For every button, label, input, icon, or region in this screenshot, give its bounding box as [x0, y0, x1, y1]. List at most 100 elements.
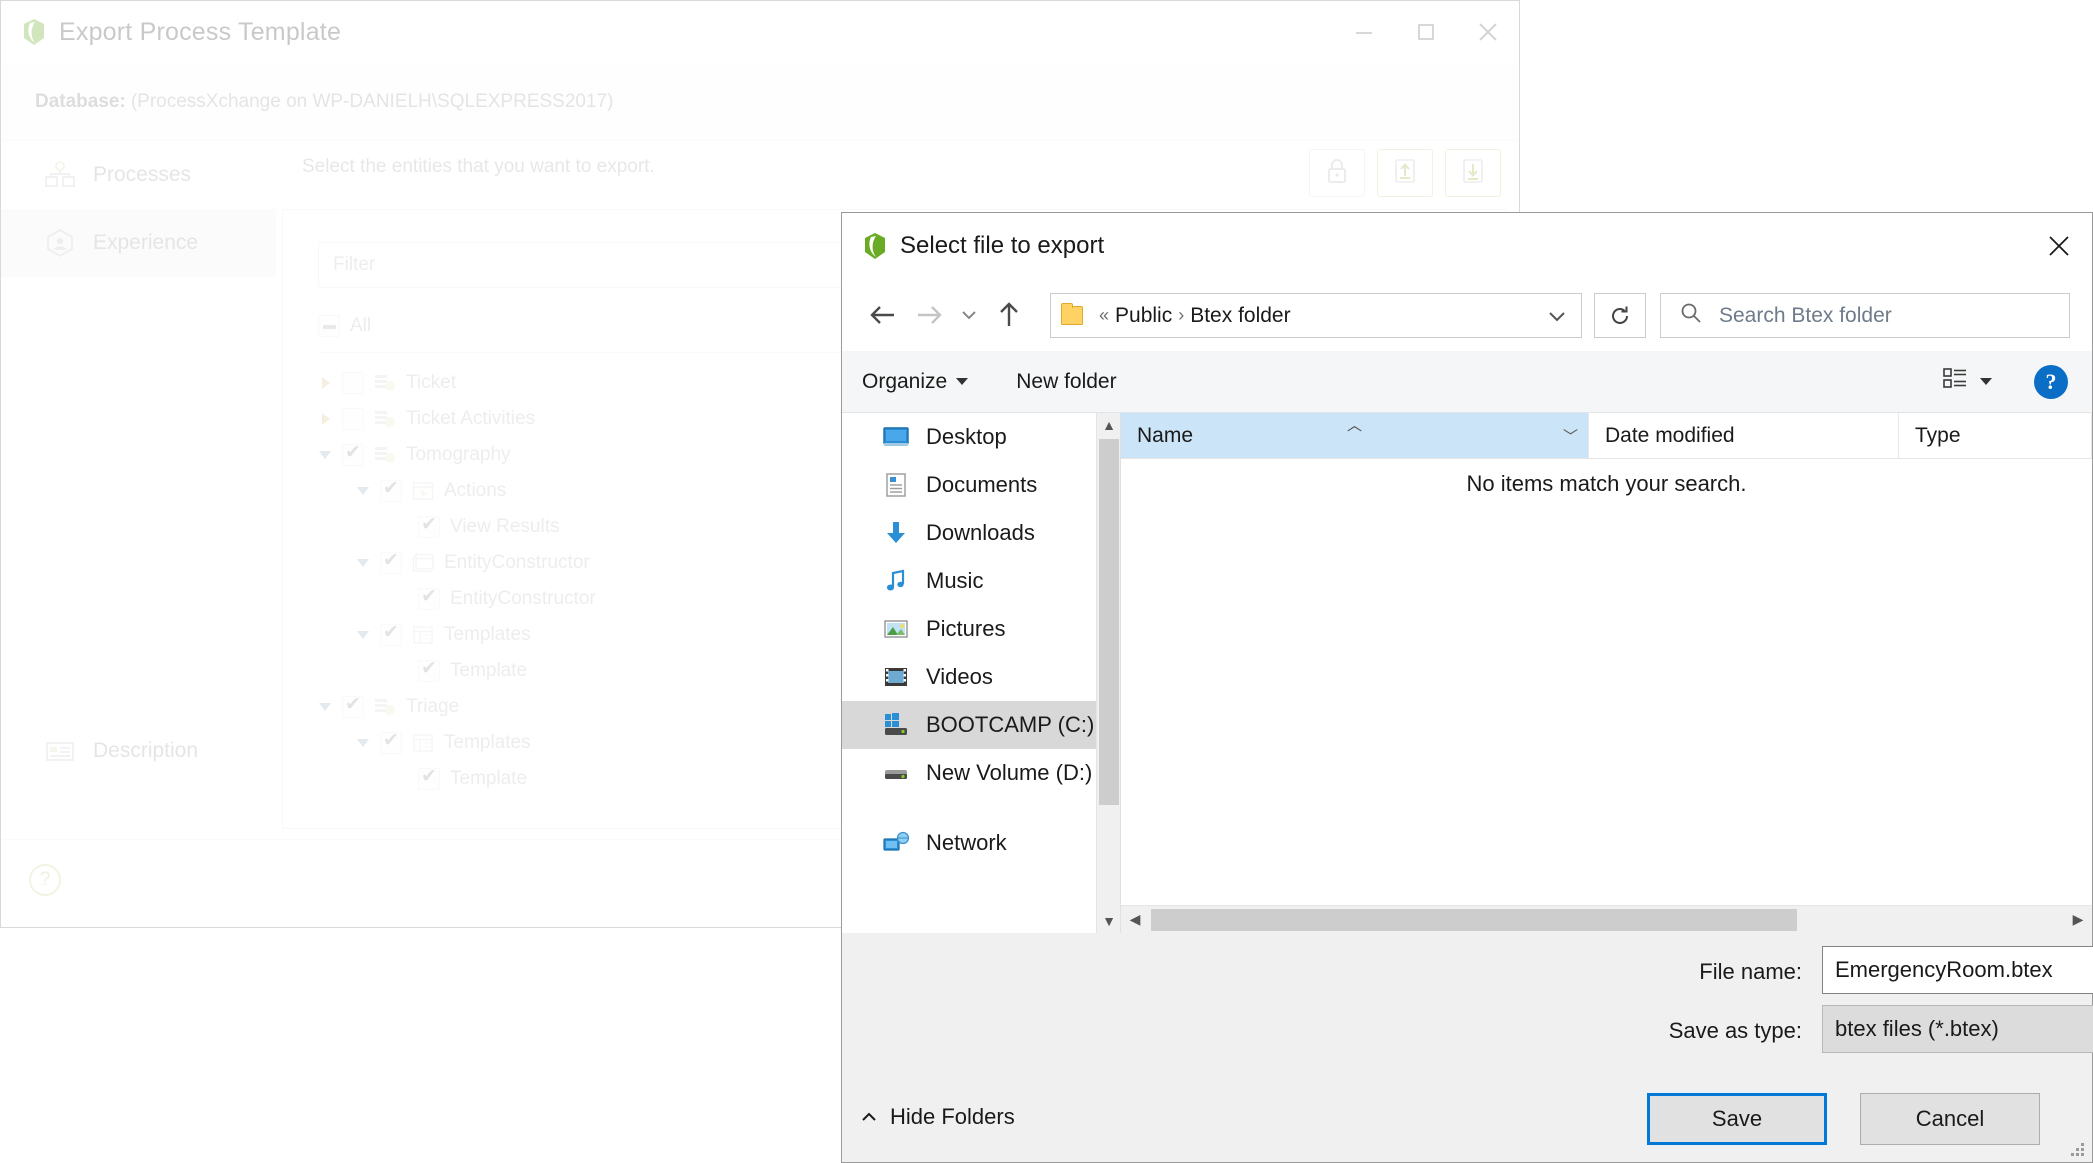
chevron-right-icon[interactable] — [318, 410, 336, 428]
arrow-left-icon[interactable] — [860, 292, 906, 338]
arrow-right-icon — [906, 292, 952, 338]
tree-item-checkbox[interactable] — [380, 621, 402, 646]
chevron-down-icon[interactable]: ▼ — [1097, 909, 1120, 933]
breadcrumb-overflow[interactable]: « — [1099, 305, 1109, 326]
nav-pane-item-new-volume-d[interactable]: New Volume (D:) — [842, 749, 1120, 797]
chevron-down-icon[interactable]: ﹀ — [1563, 425, 1578, 446]
close-icon[interactable] — [2026, 213, 2092, 279]
nav-pane-item-label: Pictures — [926, 616, 1006, 641]
hide-folders-label: Hide Folders — [890, 1104, 1015, 1129]
sidebar-item-processes[interactable]: Processes — [1, 141, 276, 209]
column-header-name[interactable]: ︿ Name ﹀ — [1121, 413, 1589, 458]
spacer-icon — [394, 662, 412, 680]
chevron-down-icon[interactable] — [318, 446, 336, 464]
nav-pane-item-label: New Volume (D:) — [926, 760, 1093, 785]
file-list-horizontal-scrollbar[interactable]: ◀ ▶ — [1121, 905, 2092, 933]
chevron-down-icon[interactable] — [952, 292, 986, 338]
organize-button[interactable]: Organize — [862, 370, 969, 394]
chevron-down-icon[interactable] — [356, 554, 374, 572]
entity-icon — [374, 409, 396, 429]
nav-pane-item-pictures[interactable]: Pictures — [842, 605, 1120, 653]
caret-down-icon — [1980, 378, 1992, 385]
dialog-title: Select file to export — [900, 232, 1105, 259]
tree-item-label: View Results — [450, 516, 560, 537]
nav-pane-item-desktop[interactable]: Desktop — [842, 413, 1120, 461]
tree-item-checkbox[interactable] — [418, 513, 440, 538]
column-label: Type — [1915, 423, 1961, 447]
lock-icon — [1325, 157, 1349, 190]
resize-grip-icon[interactable] — [2070, 1142, 2086, 1158]
view-layout-icon — [1942, 366, 1970, 397]
breadcrumb-segment-public[interactable]: Public — [1115, 304, 1172, 328]
arrow-up-icon[interactable] — [986, 292, 1032, 338]
nav-pane-item-videos[interactable]: Videos — [842, 653, 1120, 701]
nav-pane-item-label: Desktop — [926, 424, 1007, 449]
chevron-down-icon[interactable] — [356, 734, 374, 752]
database-label: Database: — [35, 90, 126, 112]
tree-item-checkbox[interactable] — [418, 657, 440, 682]
nav-pane-item-music[interactable]: Music — [842, 557, 1120, 605]
help-circle-icon[interactable]: ? — [2034, 365, 2068, 399]
chevron-down-icon[interactable] — [356, 482, 374, 500]
dialog-fields: File name: EmergencyRoom.btex ﹀ Save as … — [842, 933, 2093, 1073]
nav-pane-item-bootcamp-c[interactable]: BOOTCAMP (C:) — [842, 701, 1120, 749]
hide-folders-toggle[interactable]: Hide Folders — [860, 1104, 1015, 1130]
entity-icon — [374, 445, 396, 465]
org-chart-icon — [43, 160, 77, 190]
cancel-button[interactable]: Cancel — [1860, 1093, 2040, 1145]
save-button[interactable]: Save — [1647, 1093, 1827, 1145]
tree-item-label: Ticket — [406, 372, 456, 393]
chevron-down-icon[interactable] — [318, 698, 336, 716]
tree-item-label: EntityConstructor — [444, 552, 590, 573]
new-folder-button[interactable]: New folder — [1016, 370, 1116, 394]
sidebar-item-experience[interactable]: Experience — [1, 209, 276, 277]
spacer-icon — [394, 518, 412, 536]
refresh-icon[interactable] — [1594, 293, 1646, 338]
tree-item-checkbox[interactable] — [418, 585, 440, 610]
tree-item-checkbox[interactable] — [380, 549, 402, 574]
downloads-icon — [882, 519, 910, 547]
nav-pane-item-downloads[interactable]: Downloads — [842, 509, 1120, 557]
view-mode-button[interactable] — [1942, 366, 1992, 397]
nav-pane-item-documents[interactable]: Documents — [842, 461, 1120, 509]
minimize-icon[interactable] — [1333, 1, 1395, 63]
chevron-down-icon[interactable] — [356, 626, 374, 644]
nav-pane-item-network[interactable]: Network — [842, 819, 1120, 867]
tree-item-checkbox[interactable] — [342, 693, 364, 718]
pictures-icon — [882, 615, 910, 643]
export-button[interactable] — [1445, 149, 1501, 197]
sidebar-item-description[interactable]: Description — [1, 723, 276, 779]
select-all-checkbox[interactable] — [318, 315, 340, 337]
tree-item-checkbox[interactable] — [380, 477, 402, 502]
save-as-type-select[interactable]: btex files (*.btex) ﹀ — [1822, 1005, 2093, 1053]
search-input[interactable]: Search Btex folder — [1660, 293, 2070, 338]
chevron-left-icon[interactable]: ◀ — [1121, 906, 1149, 934]
tree-item-checkbox[interactable] — [342, 441, 364, 466]
file-name-input[interactable]: EmergencyRoom.btex ﹀ — [1822, 946, 2093, 994]
select-all-row[interactable]: All — [318, 306, 371, 346]
green-leaf-logo-icon — [21, 18, 47, 46]
chevron-down-icon[interactable] — [1547, 306, 1567, 329]
breadcrumb-segment-btex-folder[interactable]: Btex folder — [1190, 304, 1290, 328]
tree-item-checkbox[interactable] — [418, 765, 440, 790]
question-mark-icon[interactable]: ? — [29, 864, 61, 896]
sidebar-item-label: Description — [93, 739, 199, 762]
column-header-type[interactable]: Type — [1899, 413, 2092, 458]
scrollbar-thumb[interactable] — [1099, 439, 1119, 805]
nav-pane-item-label: Downloads — [926, 520, 1035, 545]
scrollbar-thumb[interactable] — [1151, 908, 1797, 931]
tree-item-checkbox[interactable] — [342, 372, 364, 394]
navigation-pane-scrollbar[interactable]: ▲ ▼ — [1096, 413, 1120, 933]
maximize-icon[interactable] — [1395, 1, 1457, 63]
address-bar[interactable]: « Public › Btex folder — [1050, 293, 1582, 338]
lock-button[interactable] — [1309, 149, 1365, 197]
import-button[interactable] — [1377, 149, 1433, 197]
chevron-right-icon[interactable] — [318, 374, 336, 392]
tree-item-checkbox[interactable] — [380, 729, 402, 754]
dialog-toolbar: Organize New folder ? — [842, 351, 2092, 413]
column-header-date-modified[interactable]: Date modified — [1589, 413, 1899, 458]
close-icon[interactable] — [1457, 1, 1519, 63]
chevron-up-icon[interactable]: ▲ — [1097, 413, 1120, 437]
tree-item-checkbox[interactable] — [342, 408, 364, 430]
chevron-right-icon[interactable]: ▶ — [2064, 906, 2092, 934]
